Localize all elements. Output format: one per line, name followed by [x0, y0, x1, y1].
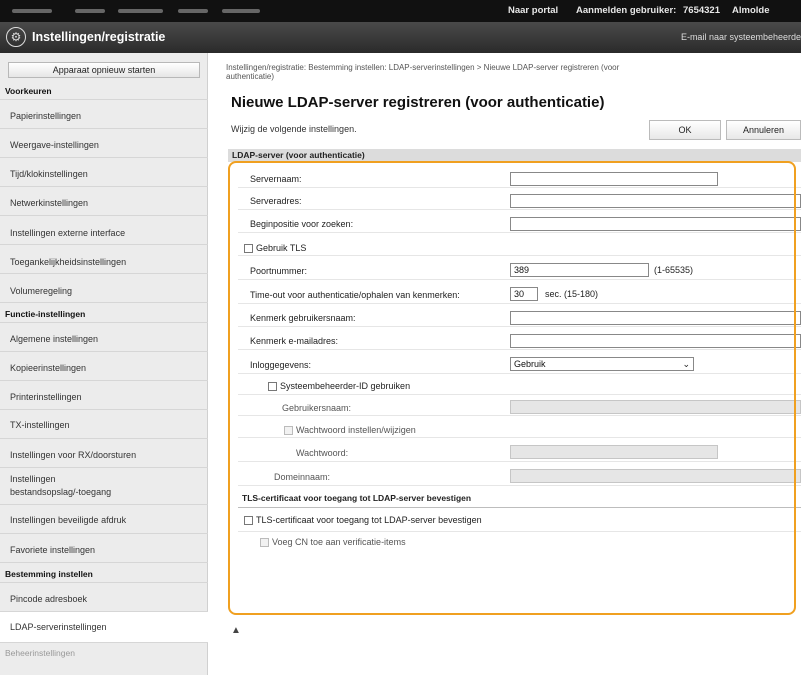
login-user-label: Aanmelden gebruiker:	[576, 5, 677, 16]
blurred-text	[75, 9, 105, 13]
back-to-top-icon[interactable]: ▲	[231, 625, 241, 636]
sidebar-item-external-interface[interactable]: Instellingen externe interface	[10, 228, 125, 238]
mail-admin-link[interactable]: E-mail naar systeembeheerde	[681, 32, 801, 42]
sidebar-item-address-book-pin[interactable]: Pincode adresboek	[10, 594, 87, 604]
sidebar-item-ldap[interactable]: LDAP-serverinstellingen	[0, 612, 208, 642]
blurred-text	[118, 9, 163, 13]
sidebar-item-clock[interactable]: Tijd/klokinstellingen	[10, 169, 88, 179]
blurred-text	[222, 9, 260, 13]
sidebar-item-copy[interactable]: Kopieerinstellingen	[10, 363, 86, 373]
user-name: Almolde	[732, 5, 770, 16]
sidebar-group-management[interactable]: Beheerinstellingen	[5, 648, 75, 658]
sidebar-group-preferences: Voorkeuren	[5, 86, 52, 96]
portal-link[interactable]: Naar portal	[508, 5, 558, 16]
highlight-frame	[228, 161, 796, 615]
sidebar-item-file-access-line2: bestandsopslag/-toegang	[10, 487, 112, 497]
sidebar-item-secure-print[interactable]: Instellingen beveiligde afdruk	[10, 515, 126, 525]
sidebar-item-ldap-label: LDAP-serverinstellingen	[10, 622, 107, 632]
breadcrumb: Instellingen/registratie: Bestemming ins…	[226, 63, 786, 81]
top-bar: Naar portal Aanmelden gebruiker: 7654321…	[0, 0, 801, 22]
header-title: Instellingen/registratie	[32, 30, 166, 44]
sidebar-item-accessibility[interactable]: Toegankelijkheidsinstellingen	[10, 257, 126, 267]
page-title: Nieuwe LDAP-server registreren (voor aut…	[231, 94, 605, 111]
user-id: 7654321	[683, 5, 720, 16]
cancel-button[interactable]: Annuleren	[726, 120, 801, 140]
sidebar-item-volume[interactable]: Volumeregeling	[10, 286, 72, 296]
sidebar-item-paper[interactable]: Papierinstellingen	[10, 111, 81, 121]
sidebar: Apparaat opnieuw starten Voorkeuren Papi…	[0, 53, 208, 675]
sidebar-item-general[interactable]: Algemene instellingen	[10, 334, 98, 344]
sidebar-group-destination: Bestemming instellen	[5, 569, 93, 579]
instruction-text: Wijzig de volgende instellingen.	[231, 124, 357, 134]
sidebar-item-file-access-line1: Instellingen	[10, 474, 56, 484]
sidebar-item-display[interactable]: Weergave-instellingen	[10, 140, 99, 150]
ok-button[interactable]: OK	[649, 120, 721, 140]
sidebar-item-rx-forward[interactable]: Instellingen voor RX/doorsturen	[10, 450, 136, 460]
breadcrumb-line2: authenticatie)	[226, 72, 275, 81]
sidebar-item-network[interactable]: Netwerkinstellingen	[10, 198, 88, 208]
sidebar-group-functions: Functie-instellingen	[5, 309, 86, 319]
sidebar-item-favorites[interactable]: Favoriete instellingen	[10, 545, 95, 555]
blurred-text	[12, 9, 52, 13]
header: ⚙ Instellingen/registratie E-mail naar s…	[0, 22, 801, 53]
settings-logo-icon: ⚙	[6, 27, 26, 47]
sidebar-item-tx[interactable]: TX-instellingen	[10, 420, 70, 430]
restart-device-button[interactable]: Apparaat opnieuw starten	[8, 62, 200, 78]
main-content: Instellingen/registratie: Bestemming ins…	[208, 53, 801, 675]
sidebar-item-printer[interactable]: Printerinstellingen	[10, 392, 82, 402]
blurred-text	[178, 9, 208, 13]
breadcrumb-line1: Instellingen/registratie: Bestemming ins…	[226, 63, 620, 72]
